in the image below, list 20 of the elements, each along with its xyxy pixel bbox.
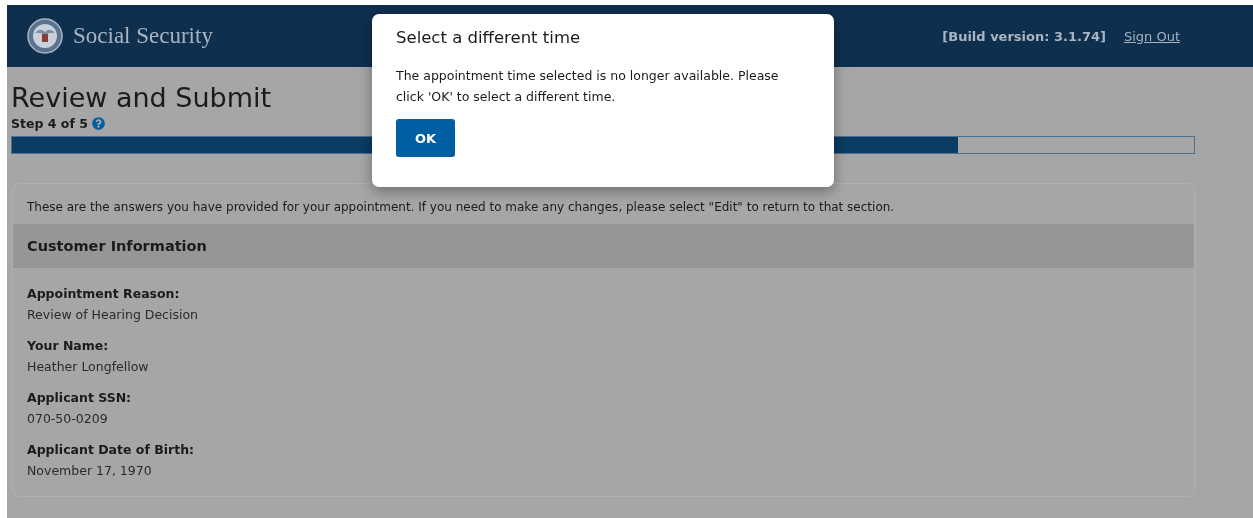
field-value: Review of Hearing Decision	[27, 307, 199, 322]
dialog-message: The appointment time selected is no longer available. Please click 'OK' to select a different time.	[396, 67, 780, 106]
step-indicator: Step 4 of 5	[11, 116, 88, 131]
intro-text: These are the answers you have provided for your appointment. If you need to make any changes, please select "Edit" to return to that section.	[26, 199, 896, 216]
seal-icon	[27, 18, 63, 54]
dialog-title: Select a different time	[396, 28, 581, 47]
ok-button[interactable]: OK	[396, 119, 455, 157]
field-value: 070-50-0209	[27, 411, 109, 426]
section-header: Customer Information	[13, 224, 1194, 268]
field-label: Applicant SSN:	[27, 390, 133, 405]
field-label: Applicant Date of Birth:	[27, 442, 196, 457]
field-value: Heather Longfellow	[27, 359, 150, 374]
page-title: Review and Submit	[11, 81, 272, 115]
build-version: [Build version: 3.1.74]	[942, 28, 1106, 44]
brand-name: Social Security	[73, 23, 213, 49]
field-label: Appointment Reason:	[27, 286, 181, 301]
field-label: Your Name:	[27, 338, 110, 353]
sign-out-link[interactable]: Sign Out	[1123, 28, 1180, 44]
field-value: November 17, 1970	[27, 463, 153, 478]
help-icon[interactable]	[91, 117, 105, 130]
